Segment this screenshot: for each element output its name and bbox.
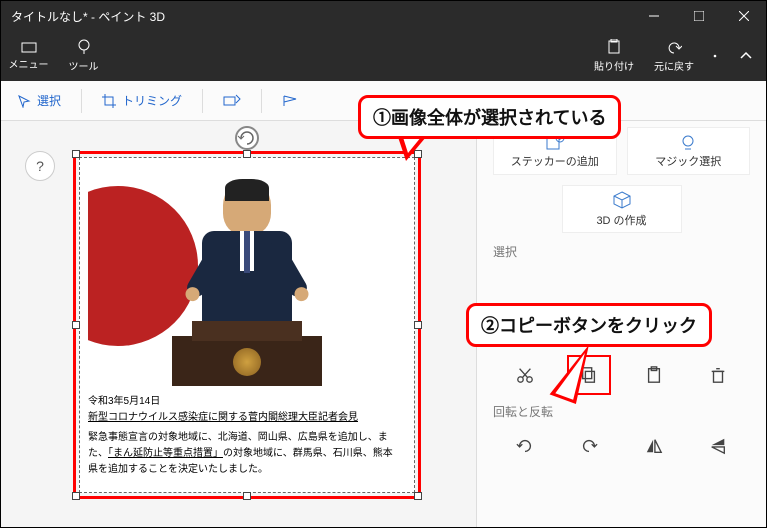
rotate-left-icon <box>516 437 534 455</box>
undo-button[interactable]: 元に戻す <box>644 31 704 81</box>
resize-handle[interactable] <box>414 492 422 500</box>
cut-button[interactable] <box>503 355 547 395</box>
menu-bar: メニュー ツール 貼り付け 元に戻す <box>1 31 766 81</box>
rotate-section-label: 回転と反転 <box>493 403 750 420</box>
flag-icon <box>282 94 298 108</box>
balloon-icon <box>76 39 92 55</box>
minimize-button[interactable] <box>631 1 676 31</box>
magic-select-button[interactable]: マジック選択 <box>627 127 751 175</box>
menu-label: メニュー <box>9 56 49 71</box>
rotate-handle[interactable] <box>235 126 259 150</box>
annotation-1: ①画像全体が選択されている <box>358 95 621 139</box>
crop-label: トリミング <box>122 92 182 109</box>
selection-highlight: 令和3年5月14日 新型コロナウイルス感染症に関する菅内閣総理大臣記者会見 緊急… <box>73 151 421 499</box>
scissors-icon <box>516 366 534 384</box>
doc-date: 令和3年5月14日 <box>88 394 406 410</box>
select-tool[interactable]: 選択 <box>9 81 69 121</box>
menu-button[interactable]: メニュー <box>1 31 56 81</box>
crop-icon <box>102 94 116 108</box>
doc-body-1: 緊急事態宣言の対象地域に、北海道、岡山県、広島県を追加し、ま <box>88 430 406 446</box>
select-section-label: 選択 <box>493 243 750 260</box>
sep <box>202 89 203 113</box>
magic-icon <box>223 94 241 108</box>
paste-label: 貼り付け <box>594 58 634 73</box>
clipboard-icon <box>606 39 622 55</box>
selected-image[interactable]: 令和3年5月14日 新型コロナウイルス感染症に関する菅内閣総理大臣記者会見 緊急… <box>79 157 415 493</box>
cursor-icon <box>17 94 31 108</box>
canvas-area[interactable]: ? 令和3年5月14日 新型コロナウイルス感染症に関する菅内閣総理大臣記者会見 <box>1 121 476 527</box>
tools-label: ツール <box>69 58 99 73</box>
chevron-up-icon <box>739 49 753 63</box>
dropdown-icon <box>711 52 719 60</box>
doc-body-2: た、「まん延防止等重点措置」の対象地域に、群馬県、石川県、熊本 <box>88 446 406 462</box>
rotate-right-icon <box>580 437 598 455</box>
magic-select-label: マジック選択 <box>655 153 721 169</box>
tools-button[interactable]: ツール <box>56 31 111 81</box>
title-bar: タイトルなし* - ペイント 3D <box>1 1 766 31</box>
doc-headline: 新型コロナウイルス感染症に関する菅内閣総理大臣記者会見 <box>88 410 406 426</box>
document-text: 令和3年5月14日 新型コロナウイルス感染症に関する菅内閣総理大臣記者会見 緊急… <box>88 394 406 478</box>
flip-vertical-button[interactable] <box>696 426 740 466</box>
person <box>187 181 307 341</box>
undo-label: 元に戻す <box>654 58 694 73</box>
paste-button[interactable]: 貼り付け <box>584 31 644 81</box>
maximize-button[interactable] <box>676 1 721 31</box>
trash-icon <box>709 366 727 384</box>
crop-tool[interactable]: トリミング <box>94 81 190 121</box>
delete-button[interactable] <box>696 355 740 395</box>
resize-handle[interactable] <box>243 492 251 500</box>
make-3d-label: 3D の作成 <box>596 212 646 228</box>
sep <box>81 89 82 113</box>
rotate-left-button[interactable] <box>503 426 547 466</box>
sep <box>261 89 262 113</box>
flip-horizontal-button[interactable] <box>632 426 676 466</box>
help-button[interactable]: ? <box>25 151 55 181</box>
make-3d-button[interactable]: 3D の作成 <box>562 185 682 233</box>
clipboard-icon <box>645 366 663 384</box>
resize-handle[interactable] <box>72 150 80 158</box>
resize-handle[interactable] <box>414 321 422 329</box>
annotation-2: ②コピーボタンをクリック <box>466 303 712 347</box>
window-title: タイトルなし* - ペイント 3D <box>1 8 631 25</box>
photo <box>88 166 406 386</box>
redo-dropdown[interactable] <box>704 31 726 81</box>
flag-tool[interactable] <box>274 81 306 121</box>
undo-icon <box>666 39 682 55</box>
paste-button-side[interactable] <box>632 355 676 395</box>
rotate-right-button[interactable] <box>567 426 611 466</box>
resize-handle[interactable] <box>72 321 80 329</box>
resize-handle[interactable] <box>243 150 251 158</box>
flip-v-icon <box>709 437 727 455</box>
rotate-icon <box>237 128 257 148</box>
podium <box>172 336 322 386</box>
folder-icon <box>21 41 37 53</box>
resize-handle[interactable] <box>72 492 80 500</box>
cube-icon <box>612 190 632 210</box>
doc-body-3: 県を追加することを決定いたしました。 <box>88 462 406 478</box>
select-label: 選択 <box>37 92 61 109</box>
close-button[interactable] <box>721 1 766 31</box>
magic-select-icon <box>678 133 698 151</box>
flip-h-icon <box>645 437 663 455</box>
expand-panel-button[interactable] <box>726 31 766 81</box>
magic-tool[interactable] <box>215 81 249 121</box>
add-sticker-label: ステッカーの追加 <box>511 153 599 169</box>
